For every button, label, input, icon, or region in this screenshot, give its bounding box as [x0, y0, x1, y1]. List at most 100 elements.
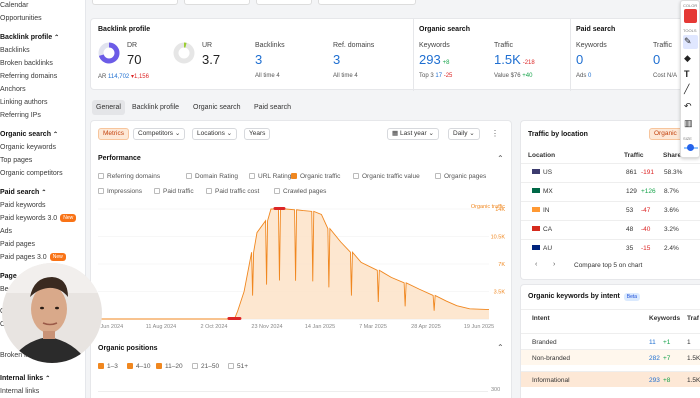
metric-checkbox[interactable]: Paid traffic: [154, 188, 194, 195]
top-button-partial[interactable]: [318, 0, 416, 5]
sidebar-item[interactable]: Paid pages 3.0 New: [0, 253, 66, 261]
paid-keywords-value[interactable]: 0: [576, 52, 583, 67]
sidebar-item[interactable]: Referring domains: [0, 73, 57, 80]
size-slider-handle[interactable]: [687, 144, 694, 151]
prev-page-icon[interactable]: ‹: [535, 261, 537, 268]
undo-icon[interactable]: ↶: [684, 101, 692, 112]
table-row[interactable]: MX 129 +126 8.7%: [521, 182, 700, 198]
metric-checkbox[interactable]: Organic traffic value: [353, 173, 420, 180]
beta-badge: Beta: [623, 293, 641, 301]
checkbox-icon: [228, 363, 234, 369]
ar-value[interactable]: 114,702: [108, 74, 129, 80]
refdomains-value[interactable]: 3: [333, 52, 340, 67]
competitors-dropdown[interactable]: Competitors ⌄: [133, 128, 186, 140]
table-row[interactable]: Informational 293 +8 1.5K: [521, 371, 700, 387]
sidebar-item[interactable]: Paid search ⌃: [0, 189, 46, 196]
sidebar-item[interactable]: Backlinks: [0, 47, 30, 54]
x-tick-label: 2 Oct 2024: [201, 324, 228, 330]
location-cell: MX: [532, 188, 553, 195]
sidebar-item[interactable]: Organic keywords: [0, 144, 56, 151]
metric-checkbox[interactable]: 1–3: [98, 363, 118, 370]
traffic-value[interactable]: 1.5K: [494, 52, 521, 67]
top-button-partial[interactable]: [184, 0, 250, 5]
more-icon[interactable]: ⋮: [491, 129, 499, 138]
divider: [521, 309, 700, 310]
sidebar-item[interactable]: Referring IPs: [0, 112, 41, 119]
eraser-icon[interactable]: ◆: [684, 53, 691, 64]
sidebar-item-label: Broken backlinks: [0, 60, 53, 67]
tab-general[interactable]: General: [92, 100, 125, 115]
metric-checkbox[interactable]: Organic pages: [435, 173, 486, 180]
next-page-icon[interactable]: ›: [553, 261, 555, 268]
sidebar-item[interactable]: Ads: [0, 228, 12, 235]
sidebar-item[interactable]: Internal links ⌃: [0, 375, 50, 382]
sidebar-item[interactable]: Internal links: [0, 388, 39, 395]
table-row[interactable]: Non-branded 282 +7 1.5K: [521, 349, 700, 365]
table-row[interactable]: AU 35 -15 2.4%: [521, 239, 700, 255]
checkbox-label: Domain Rating: [195, 173, 238, 180]
metric-checkbox[interactable]: 11–20: [156, 363, 183, 370]
table-row[interactable]: Branded 11 +1 1: [521, 333, 700, 349]
sidebar-item[interactable]: Opportunities: [0, 15, 42, 22]
metric-checkbox[interactable]: 51+: [228, 363, 248, 370]
metric-checkbox[interactable]: 21–50: [192, 363, 219, 370]
sidebar-item[interactable]: Linking authors: [0, 99, 47, 106]
metric-checkbox[interactable]: Impressions: [98, 188, 142, 195]
sidebar-item[interactable]: Anchors: [0, 86, 26, 93]
text-tool-icon[interactable]: T: [684, 69, 690, 79]
years-button[interactable]: Years: [244, 128, 271, 140]
metric-checkbox[interactable]: Domain Rating: [186, 173, 238, 180]
sidebar-item-label: Paid keywords: [0, 202, 46, 209]
performance-title: Performance: [98, 155, 141, 162]
sidebar-item[interactable]: Broken backlinks: [0, 60, 53, 67]
metric-checkbox[interactable]: Organic traffic: [291, 173, 340, 180]
sidebar-item[interactable]: Paid pages: [0, 241, 35, 248]
metric-checkbox[interactable]: URL Rating: [249, 173, 291, 180]
sidebar-item[interactable]: Paid keywords 3.0 New: [0, 214, 77, 222]
location-cell: CA: [532, 226, 552, 233]
sidebar-item[interactable]: Paid keywords: [0, 202, 46, 209]
table-row[interactable]: IN 53 -47 3.6%: [521, 201, 700, 217]
paid-traffic-value[interactable]: 0: [653, 52, 660, 67]
top3-value[interactable]: 17: [435, 73, 442, 79]
country-code: AU: [543, 245, 553, 252]
flag-icon: [532, 226, 540, 231]
locations-dropdown[interactable]: Locations ⌄: [192, 128, 238, 140]
table-row[interactable]: US 861 -191 58.3%: [521, 163, 700, 179]
metrics-button[interactable]: Metrics: [98, 128, 129, 140]
sidebar-item[interactable]: Backlink profile ⌃: [0, 34, 59, 41]
tab-backlink-profile[interactable]: Backlink profile: [128, 100, 183, 115]
sidebar-item[interactable]: Organic search ⌃: [0, 131, 58, 138]
checkbox-icon: [274, 188, 280, 194]
dr-label: DR: [127, 42, 138, 49]
metric-checkbox[interactable]: Paid traffic cost: [206, 188, 259, 195]
backlinks-value[interactable]: 3: [255, 52, 262, 67]
metric-checkbox[interactable]: 4–10: [127, 363, 150, 370]
sidebar-item[interactable]: Top pages: [0, 157, 32, 164]
collapse-icon[interactable]: ⌃: [497, 154, 504, 163]
backlinks-label: Backlinks: [255, 42, 285, 49]
color-swatch[interactable]: [684, 9, 697, 23]
collapse-icon[interactable]: ⌃: [497, 343, 504, 352]
compare-top5-link[interactable]: Compare top 5 on chart: [574, 262, 642, 269]
tab-paid-search[interactable]: Paid search: [250, 100, 295, 115]
checkbox-icon: [435, 173, 441, 179]
intent-title-row: Organic keywords by intent Beta: [528, 293, 641, 301]
sidebar-item[interactable]: Organic competitors: [0, 170, 63, 177]
table-row[interactable]: CA 48 -40 3.2%: [521, 220, 700, 236]
tab-organic-search[interactable]: Organic search: [189, 100, 244, 115]
pen-icon[interactable]: ✎: [684, 36, 692, 47]
line-tool-icon[interactable]: ╱: [684, 84, 689, 95]
granularity-dropdown[interactable]: Daily ⌄: [448, 128, 480, 140]
top-button-partial[interactable]: [256, 0, 312, 5]
ads-value[interactable]: 0: [588, 73, 591, 79]
metric-checkbox[interactable]: Referring domains: [98, 173, 160, 180]
sidebar-item[interactable]: Calendar: [0, 2, 28, 9]
keywords-value[interactable]: 293: [419, 52, 441, 67]
palette-size-label: SIZE: [683, 136, 692, 141]
sidebar-item-label: Internal links: [0, 375, 44, 382]
date-range-dropdown[interactable]: ▦ Last year ⌄: [387, 128, 439, 140]
top-button-partial[interactable]: [92, 0, 178, 5]
trash-icon[interactable]: ▥: [684, 118, 693, 129]
metric-checkbox[interactable]: Crawled pages: [274, 188, 326, 195]
